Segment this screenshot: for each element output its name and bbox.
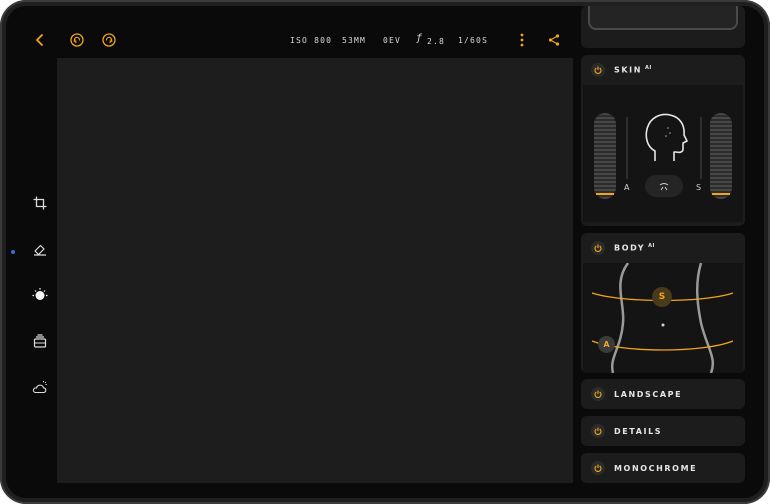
skin-right-label: S — [696, 183, 702, 192]
iso-readout: ISO 800 — [290, 36, 333, 45]
body-ai-badge: AI — [648, 243, 655, 250]
landscape-power-icon[interactable] — [591, 387, 605, 401]
top-partial-card — [581, 6, 745, 48]
eraser-icon[interactable] — [30, 239, 50, 259]
light-icon[interactable] — [30, 285, 50, 305]
monochrome-label: MONOCHROME — [614, 464, 698, 473]
skin-card-header: SKIN AI — [581, 55, 745, 85]
focal-length-readout: 53MM — [342, 36, 367, 45]
body-handle-a[interactable]: A — [598, 336, 615, 353]
skin-power-icon[interactable] — [591, 63, 605, 77]
photo-canvas[interactable] — [57, 58, 573, 483]
body-silhouette — [591, 263, 734, 373]
weather-icon[interactable] — [30, 377, 50, 397]
skin-right-slider[interactable] — [710, 113, 732, 199]
skin-mode-toggle[interactable] — [645, 175, 683, 197]
tablet-frame: ISO 800 53MM 0EV ƒ 2.8 1/60S SKIN AI A S… — [0, 0, 770, 504]
skin-ai-badge: AI — [645, 65, 652, 72]
skin-card: SKIN AI A S — [581, 55, 745, 226]
body-power-icon[interactable] — [591, 241, 605, 255]
details-power-icon[interactable] — [591, 424, 605, 438]
layers-icon[interactable] — [30, 331, 50, 351]
landscape-label: LANDSCAPE — [614, 390, 683, 399]
back-chevron-left-icon[interactable] — [32, 32, 48, 48]
body-card-header: BODY AI — [581, 233, 745, 263]
crop-icon[interactable] — [30, 193, 50, 213]
body-label: BODY AI — [614, 243, 655, 253]
monochrome-card[interactable]: MONOCHROME — [581, 453, 745, 483]
body-controls: S A — [583, 263, 743, 373]
skin-left-divider — [626, 117, 628, 179]
aperture-readout: 2.8 — [427, 37, 446, 46]
exposure-readout: 0EV — [383, 36, 402, 45]
body-handle-s[interactable]: S — [652, 287, 672, 307]
skin-left-label: A — [624, 183, 630, 192]
body-card: BODY AI S A — [581, 233, 745, 373]
face-icon — [641, 111, 689, 165]
partial-slider-track[interactable] — [588, 6, 738, 30]
skin-right-slider-level — [712, 193, 730, 195]
aperture-symbol: ƒ — [416, 33, 424, 44]
adjustments-panel: SKIN AI A S BODY AI S A LANDSCAPE DETAIL… — [581, 6, 747, 498]
redo-icon[interactable] — [101, 32, 117, 48]
monochrome-power-icon[interactable] — [591, 461, 605, 475]
undo-icon[interactable] — [69, 32, 85, 48]
details-label: DETAILS — [614, 427, 663, 436]
skin-right-divider — [700, 117, 702, 179]
camera-indicator-dot — [11, 250, 15, 254]
screen: ISO 800 53MM 0EV ƒ 2.8 1/60S SKIN AI A S… — [6, 6, 764, 498]
more-vertical-icon[interactable] — [515, 32, 529, 48]
details-card[interactable]: DETAILS — [581, 416, 745, 446]
landscape-card[interactable]: LANDSCAPE — [581, 379, 745, 409]
top-toolbar: ISO 800 53MM 0EV ƒ 2.8 1/60S — [6, 6, 570, 56]
skin-label: SKIN AI — [614, 65, 652, 75]
skin-controls: A S — [583, 85, 743, 222]
skin-left-slider[interactable] — [594, 113, 616, 199]
shutter-readout: 1/60S — [458, 36, 489, 45]
skin-left-slider-level — [596, 193, 614, 195]
share-icon[interactable] — [546, 32, 562, 48]
